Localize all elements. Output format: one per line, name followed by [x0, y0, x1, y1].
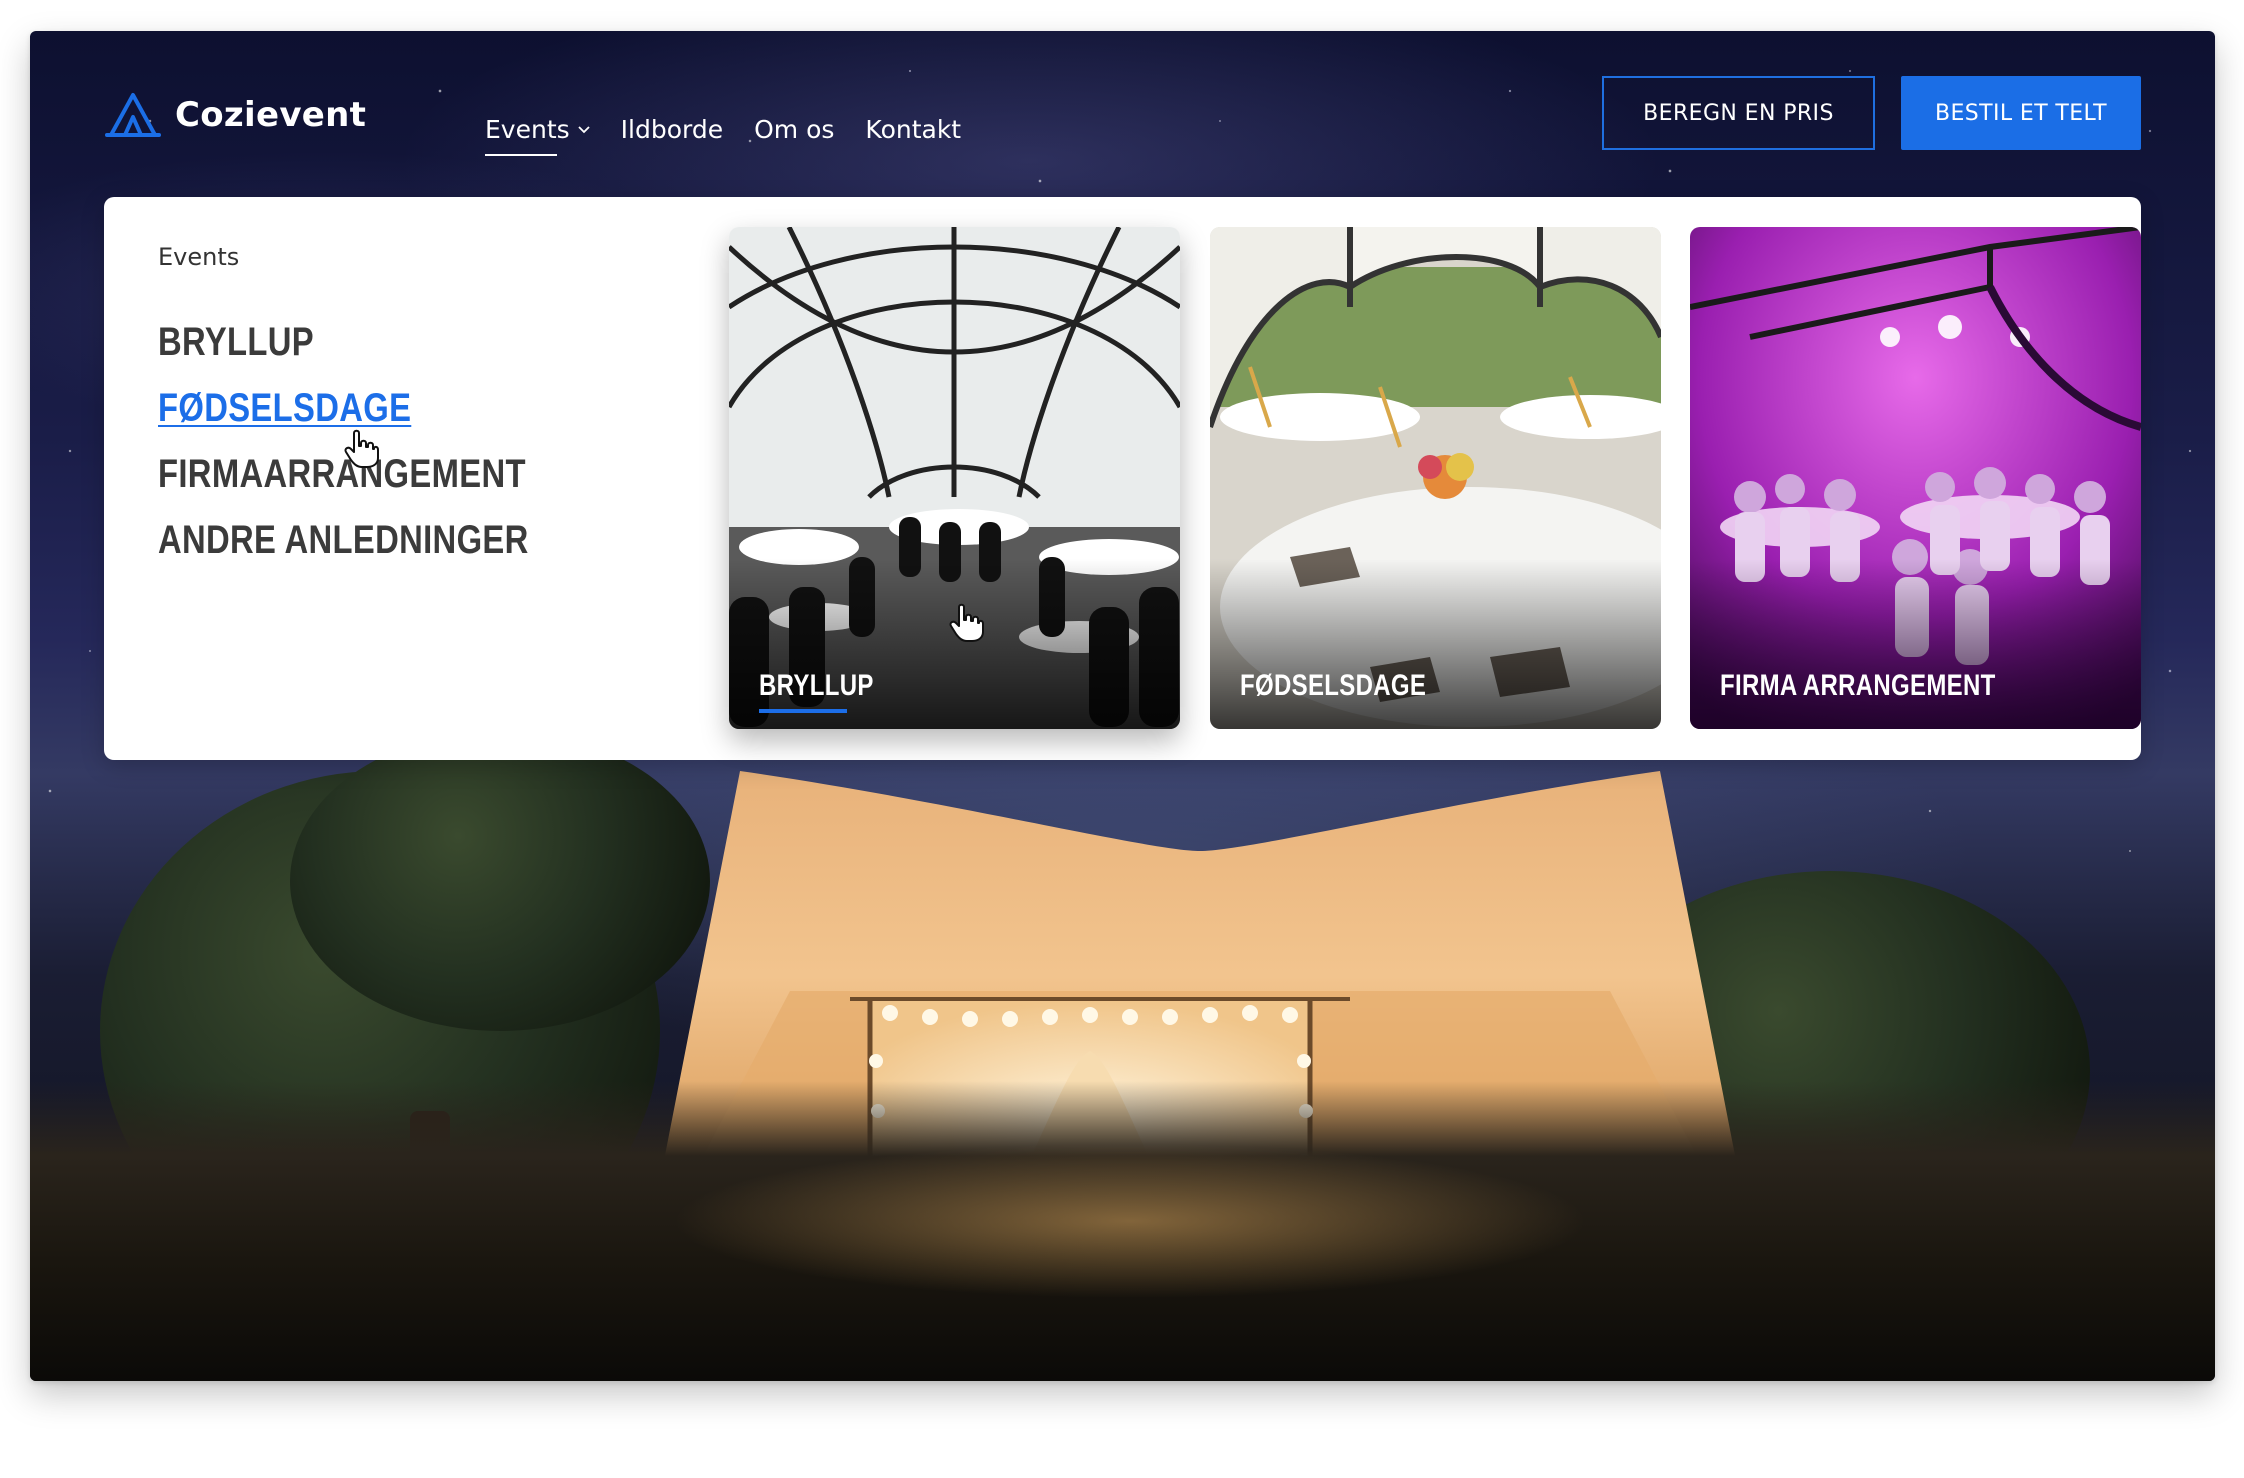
- nav-item-om-os[interactable]: Om os: [754, 115, 834, 144]
- card-title: BRYLLUP: [759, 669, 874, 702]
- nav-item-kontakt[interactable]: Kontakt: [865, 115, 961, 144]
- brand-name: Cozievent: [175, 95, 367, 135]
- tree-left-canopy: [290, 731, 710, 1031]
- events-dropdown-menu: Events BRYLLUP FØDSELSDAGE FIRMAARRANGEM…: [104, 197, 2141, 760]
- chevron-down-icon: [578, 125, 590, 133]
- nav-item-events[interactable]: Events: [485, 115, 590, 156]
- event-card-bryllup[interactable]: BRYLLUP: [729, 227, 1180, 729]
- card-gradient-overlay: [1210, 559, 1661, 729]
- event-link-andre-anledninger[interactable]: ANDRE ANLEDNINGER: [158, 507, 529, 573]
- calculate-price-button[interactable]: BEREGN EN PRIS: [1602, 76, 1875, 150]
- nav-item-label: Kontakt: [865, 115, 962, 144]
- event-card-firma-arrangement[interactable]: FIRMA ARRANGEMENT: [1690, 227, 2141, 729]
- card-gradient-overlay: [1690, 559, 2141, 729]
- event-link-bryllup[interactable]: BRYLLUP: [158, 309, 529, 375]
- card-title: FIRMA ARRANGEMENT: [1720, 669, 1996, 702]
- card-active-underline: [759, 709, 847, 713]
- main-nav: Events Ildborde Om os Kontakt: [485, 115, 992, 156]
- hero-section: Cozievent Events Ildborde Om os Kontakt …: [30, 31, 2215, 1381]
- hand-cursor-icon: [949, 603, 984, 642]
- events-link-list: BRYLLUP FØDSELSDAGE FIRMAARRANGEMENT AND…: [158, 309, 610, 573]
- card-title: FØDSELSDAGE: [1240, 669, 1427, 702]
- ground-light: [480, 1101, 1780, 1321]
- order-tent-button[interactable]: BESTIL ET TELT: [1901, 76, 2141, 150]
- brand-logo[interactable]: Cozievent: [105, 87, 366, 143]
- hand-cursor-icon: [344, 429, 379, 468]
- nav-item-label: Events: [485, 115, 570, 144]
- nav-item-label: Ildborde: [620, 115, 724, 144]
- event-card-fodselsdage[interactable]: FØDSELSDAGE: [1210, 227, 1661, 729]
- nav-item-ildborde[interactable]: Ildborde: [621, 115, 723, 144]
- nav-item-label: Om os: [754, 115, 835, 144]
- card-gradient-overlay: [729, 559, 1180, 729]
- dropdown-heading: Events: [158, 243, 240, 271]
- tent-logo-icon: [105, 93, 161, 137]
